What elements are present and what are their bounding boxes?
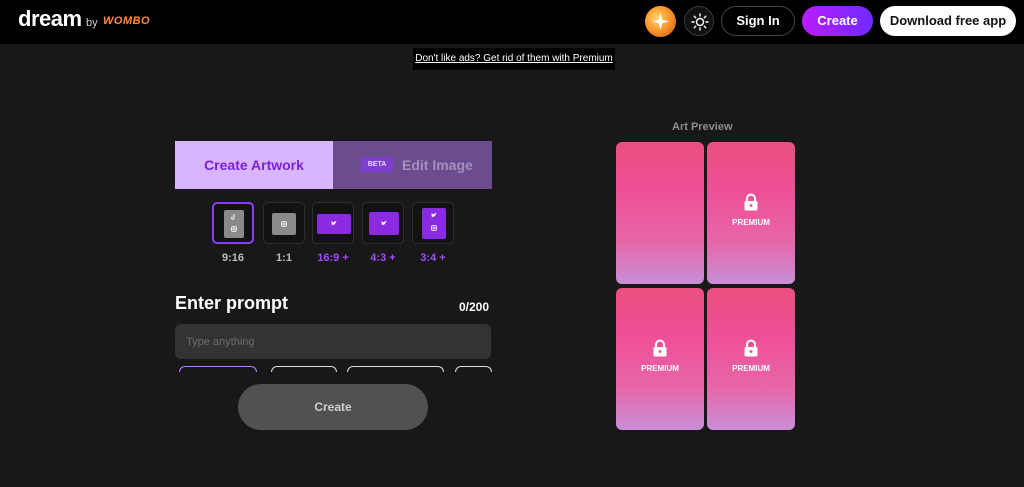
twitter-icon: [431, 213, 437, 218]
prompt-input[interactable]: [175, 324, 491, 359]
preview-card-premium[interactable]: PREMIUM: [707, 288, 795, 430]
wombo-brand: WOMBO: [103, 15, 151, 27]
twitter-icon: [381, 221, 387, 226]
prompt-char-counter: 0/200: [459, 300, 490, 314]
premium-sparkle-icon[interactable]: [645, 6, 676, 37]
preview-card[interactable]: [616, 142, 704, 284]
lock-icon: [653, 339, 667, 357]
style-chip[interactable]: [455, 366, 492, 372]
instagram-icon: [281, 221, 287, 227]
art-preview-heading: Art Preview: [672, 121, 733, 133]
sun-icon: [691, 13, 709, 31]
aspect-ratio-label: 16:9 +: [317, 252, 349, 264]
aspect-ratio-label: 3:4 +: [420, 252, 446, 264]
preview-card-premium[interactable]: PREMIUM: [707, 142, 795, 284]
sign-in-button[interactable]: Sign In: [721, 6, 795, 36]
beta-badge: BETA: [361, 157, 393, 172]
style-chip[interactable]: [179, 366, 257, 372]
twitter-icon: [331, 221, 337, 226]
tab-edit-image-label: Edit Image: [402, 157, 473, 173]
aspect-ratio-16-9[interactable]: [312, 202, 354, 244]
top-nav-bar: dream by WOMBO Sign In Create Download f…: [0, 0, 1024, 44]
preview-card-premium[interactable]: PREMIUM: [616, 288, 704, 430]
aspect-ratio-label: 1:1: [276, 252, 292, 264]
aspect-ratio-label: 9:16: [221, 252, 245, 264]
dream-logo[interactable]: dream: [18, 6, 82, 32]
download-app-button[interactable]: Download free app: [880, 6, 1016, 36]
premium-label: PREMIUM: [732, 364, 770, 373]
aspect-ratio-9-16[interactable]: [212, 202, 254, 244]
premium-label: PREMIUM: [641, 364, 679, 373]
aspect-ratio-3-4[interactable]: [412, 202, 454, 244]
aspect-ratio-1-1[interactable]: [263, 202, 305, 244]
instagram-icon: [431, 225, 437, 231]
remove-ads-link[interactable]: Don't like ads? Get rid of them with Pre…: [413, 48, 615, 70]
tab-create-artwork[interactable]: Create Artwork: [175, 141, 333, 189]
style-chip[interactable]: [347, 366, 444, 372]
lock-icon: [744, 193, 758, 211]
instagram-icon: [231, 226, 237, 232]
style-chip[interactable]: [271, 366, 337, 372]
aspect-ratio-4-3[interactable]: [362, 202, 404, 244]
premium-label: PREMIUM: [732, 218, 770, 227]
aspect-ratio-label: 4:3 +: [370, 252, 396, 264]
create-button[interactable]: Create: [238, 384, 428, 430]
tiktok-icon: [231, 214, 235, 220]
tab-edit-image[interactable]: BETA Edit Image: [333, 141, 492, 189]
prompt-heading: Enter prompt: [175, 293, 289, 313]
theme-toggle-button[interactable]: [684, 6, 714, 36]
header-create-button[interactable]: Create: [802, 6, 873, 36]
logo-by-text: by: [86, 17, 98, 29]
lock-icon: [744, 339, 758, 357]
